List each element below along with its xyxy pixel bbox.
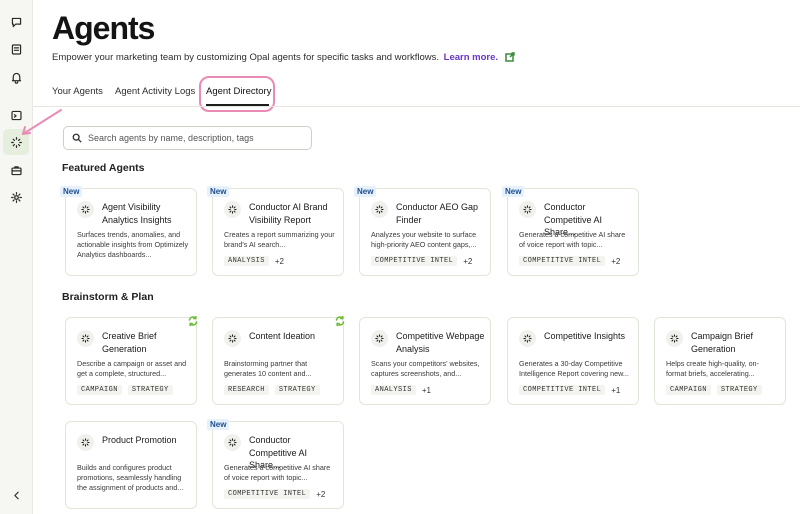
agent-card[interactable]: New Conductor Competitive AI Share... Gene… bbox=[502, 186, 639, 276]
terminal-icon[interactable] bbox=[6, 105, 26, 125]
agent-card[interactable]: New Agent Visibility Analytics Insights Su… bbox=[60, 186, 197, 276]
search-box[interactable] bbox=[63, 126, 312, 150]
agent-card-tags: COMPETITIVE INTEL +2 bbox=[371, 256, 472, 266]
sync-icon bbox=[187, 314, 199, 327]
new-badge: New bbox=[207, 419, 230, 430]
external-link-icon[interactable] bbox=[504, 52, 515, 65]
section-title-featured: Featured Agents bbox=[62, 162, 145, 174]
agent-card[interactable]: New Conductor AEO Gap Finder Analyzes your… bbox=[354, 186, 491, 276]
tag-chip: STRATEGY bbox=[274, 385, 320, 395]
agent-card-tags: COMPETITIVE INTEL +2 bbox=[519, 256, 620, 266]
agent-card-title: Content Ideation bbox=[249, 331, 316, 341]
bell-icon[interactable] bbox=[6, 67, 26, 87]
agent-card-title: Conductor AEO Gap Finder bbox=[396, 202, 479, 225]
subtitle-text: Empower your marketing team by customizi… bbox=[52, 52, 440, 63]
tag-chip: CAMPAIGN bbox=[666, 385, 711, 395]
agent-card-tags: ANALYSIS +1 bbox=[371, 385, 431, 395]
agent-card-title: Product Promotion bbox=[102, 435, 177, 445]
agent-card-tags: COMPETITIVE INTEL +2 bbox=[224, 489, 325, 499]
agent-card-title: Campaign Brief Generation bbox=[691, 331, 754, 354]
more-tags-count: +1 bbox=[611, 385, 621, 395]
agent-card-title: Creative Brief Generation bbox=[102, 331, 157, 354]
agent-card-description: Surfaces trends, anomalies, and actionab… bbox=[77, 230, 189, 259]
agent-card-title: Conductor AI Brand Visibility Report bbox=[249, 202, 328, 225]
agent-card[interactable]: Campaign Brief Generation Helps create hi… bbox=[654, 317, 786, 405]
more-tags-count: +1 bbox=[421, 385, 431, 395]
tab-agent-activity-logs[interactable]: Agent Activity Logs bbox=[115, 86, 195, 97]
agent-card[interactable]: Competitive Insights Generates a 30-day C… bbox=[507, 317, 639, 405]
collapse-chevron-icon[interactable] bbox=[6, 485, 26, 505]
agent-icon bbox=[371, 201, 388, 218]
agent-icon bbox=[77, 201, 94, 218]
learn-more-link[interactable]: Learn more. bbox=[444, 52, 498, 63]
page-title: Agents bbox=[52, 10, 155, 46]
tag-chip: COMPETITIVE INTEL bbox=[519, 385, 606, 395]
tag-chip: RESEARCH bbox=[224, 385, 269, 395]
agent-icon bbox=[224, 330, 241, 347]
agent-icon bbox=[519, 330, 536, 347]
tag-chip: STRATEGY bbox=[127, 385, 173, 395]
agent-card[interactable]: Competitive Webpage Analysis Scans your c… bbox=[359, 317, 491, 405]
search-input[interactable] bbox=[88, 133, 308, 143]
tag-chip: COMPETITIVE INTEL bbox=[519, 256, 606, 266]
agent-icon bbox=[371, 330, 388, 347]
tag-chip: ANALYSIS bbox=[371, 385, 416, 395]
agent-card[interactable]: Product Promotion Builds and configures p… bbox=[65, 421, 197, 509]
tag-chip: COMPETITIVE INTEL bbox=[224, 489, 311, 499]
agents-icon[interactable] bbox=[3, 129, 29, 155]
new-badge: New bbox=[502, 186, 525, 197]
agent-card-tags: RESEARCH STRATEGY bbox=[224, 385, 320, 395]
agent-card[interactable]: Content Ideation Brainstorming partner th… bbox=[212, 314, 346, 405]
agent-card-title: Competitive Webpage Analysis bbox=[396, 331, 485, 354]
agent-card-tags: CAMPAIGN STRATEGY bbox=[77, 385, 173, 395]
agent-icon bbox=[77, 434, 94, 451]
agent-card-tags: COMPETITIVE INTEL +1 bbox=[519, 385, 620, 395]
new-badge: New bbox=[354, 186, 377, 197]
briefcase-icon[interactable] bbox=[6, 160, 26, 180]
more-tags-count: +2 bbox=[316, 489, 326, 499]
sync-icon bbox=[334, 314, 346, 327]
new-badge: New bbox=[207, 186, 230, 197]
agent-icon bbox=[224, 434, 241, 451]
tag-chip: ANALYSIS bbox=[224, 256, 269, 266]
agent-card-title: Agent Visibility Analytics Insights bbox=[102, 202, 172, 225]
more-tags-count: +2 bbox=[274, 256, 284, 266]
main-content: Agents Empower your marketing team by cu… bbox=[33, 0, 800, 514]
agent-icon bbox=[224, 201, 241, 218]
agent-card-tags: ANALYSIS +2 bbox=[224, 256, 284, 266]
agent-card[interactable]: New Conductor AI Brand Visibility Report C… bbox=[207, 186, 344, 276]
agent-icon bbox=[77, 330, 94, 347]
agent-card-title: Competitive Insights bbox=[544, 331, 626, 341]
more-tags-count: +2 bbox=[463, 256, 473, 266]
agent-card[interactable]: Creative Brief Generation Describe a camp… bbox=[65, 314, 199, 405]
agent-icon bbox=[666, 330, 683, 347]
tag-chip: COMPETITIVE INTEL bbox=[371, 256, 458, 266]
chat-icon[interactable] bbox=[6, 12, 26, 32]
tabs-divider bbox=[33, 106, 800, 107]
tab-your-agents[interactable]: Your Agents bbox=[52, 86, 103, 97]
gear-icon[interactable] bbox=[6, 187, 26, 207]
page-subtitle: Empower your marketing team by customizi… bbox=[52, 52, 515, 65]
agent-card-tags: CAMPAIGN STRATEGY bbox=[666, 385, 762, 395]
agent-card[interactable]: New Conductor Competitive AI Share... Gene… bbox=[207, 419, 344, 509]
tag-chip: CAMPAIGN bbox=[77, 385, 122, 395]
notes-icon[interactable] bbox=[6, 39, 26, 59]
new-badge: New bbox=[60, 186, 83, 197]
agent-icon bbox=[519, 201, 536, 218]
more-tags-count: +2 bbox=[611, 256, 621, 266]
tag-chip: STRATEGY bbox=[716, 385, 762, 395]
agent-card-description: Builds and configures product promotions… bbox=[77, 463, 184, 492]
search-icon bbox=[72, 133, 82, 143]
section-title-brainstorm: Brainstorm & Plan bbox=[62, 291, 154, 303]
sidebar-rail bbox=[0, 0, 33, 514]
